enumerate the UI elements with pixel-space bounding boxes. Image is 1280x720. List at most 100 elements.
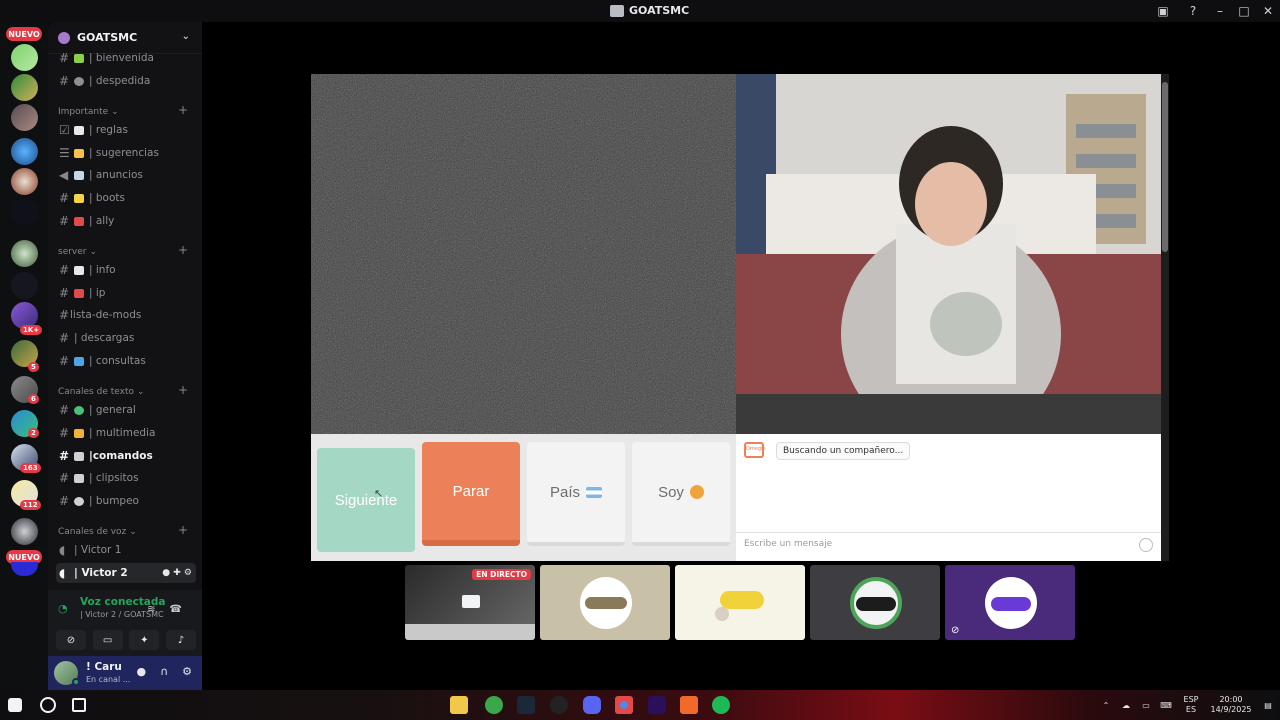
channel-item[interactable]: # | consultas	[56, 351, 196, 371]
notification-icon[interactable]: ▤	[1256, 701, 1280, 710]
screen: GOATSMC ▣ ? – □ ✕ NUEVO 1K+ 5 6 2 163 11…	[0, 0, 1280, 720]
channel-item[interactable]: # | clipsitos	[56, 468, 196, 488]
voice-channel-item[interactable]: ◖ | Victor 1	[56, 540, 196, 560]
spotify-icon[interactable]	[712, 696, 730, 714]
server-icon[interactable]	[11, 44, 38, 71]
camera-off-button[interactable]: ⊘	[56, 630, 86, 650]
minimize-button[interactable]: –	[1208, 0, 1232, 22]
stop-button[interactable]: Parar	[422, 442, 520, 546]
channel-item[interactable]: # | despedida	[56, 71, 196, 91]
voice-channel-actions-icon[interactable]: ● ✚ ⚙	[162, 568, 192, 578]
share-screen-button[interactable]: ▭	[92, 630, 123, 650]
server-icon[interactable]	[11, 240, 38, 267]
channel-name: | ip	[89, 287, 106, 299]
channel-item[interactable]: # | ally	[56, 211, 196, 231]
server-icon[interactable]	[11, 562, 38, 576]
channel-item[interactable]: # | general	[56, 400, 196, 420]
hash-icon: #	[59, 403, 70, 417]
category-voz[interactable]: Canales de voz ⌄ +	[58, 523, 194, 539]
scroll-thumb[interactable]	[1162, 82, 1168, 252]
channel-item[interactable]: # | descargas	[56, 328, 196, 348]
username[interactable]: ! Caru	[86, 661, 122, 673]
participant-tile[interactable]	[540, 565, 670, 640]
emoji-icon[interactable]	[1139, 538, 1153, 552]
channel-name: | Victor 1	[74, 544, 122, 556]
online-status-icon	[72, 678, 80, 686]
channel-item[interactable]: # | bumpeo	[56, 491, 196, 511]
participant-tile[interactable]: ⊘	[945, 565, 1075, 640]
steam-icon[interactable]	[517, 696, 535, 714]
task-view-icon[interactable]	[72, 698, 86, 712]
channel-item[interactable]: # | bienvenida	[56, 48, 196, 68]
channel-item[interactable]: # | multimedia	[56, 423, 196, 443]
server-icon[interactable]	[11, 198, 38, 225]
add-channel-icon[interactable]: +	[178, 523, 188, 537]
participant-tile[interactable]	[675, 565, 805, 640]
soundboard-button[interactable]: ♪	[165, 630, 196, 650]
category-texto[interactable]: Canales de texto ⌄ +	[58, 383, 194, 399]
xbox-icon[interactable]	[485, 696, 503, 714]
channel-name: |comandos	[89, 450, 153, 462]
noise-suppression-icon[interactable]: ≋	[147, 604, 155, 615]
help-icon[interactable]: ?	[1178, 0, 1208, 22]
server-icon[interactable]	[11, 74, 38, 101]
add-channel-icon[interactable]: +	[178, 103, 188, 117]
server-icon[interactable]	[11, 168, 38, 195]
channel-emoji-icon	[74, 356, 84, 366]
cloud-icon[interactable]: ☁	[1116, 701, 1136, 710]
language-indicator[interactable]: ESP ES	[1176, 695, 1206, 715]
server-icon[interactable]	[11, 138, 38, 165]
message-input[interactable]: Escribe un mensaje	[736, 532, 1161, 556]
channel-item[interactable]: ◀ | anuncios	[56, 165, 196, 185]
channel-item[interactable]: # | ip	[56, 283, 196, 303]
stream-tile[interactable]: EN DIRECTO	[405, 565, 535, 640]
gender-button[interactable]: Soy	[632, 442, 730, 546]
activities-button[interactable]: ✦	[129, 630, 160, 650]
channel-item[interactable]: # lista-de-mods	[56, 305, 196, 325]
scrollbar[interactable]	[1161, 74, 1169, 561]
screen-share-icon	[462, 595, 480, 608]
clock[interactable]: 20:00 14/9/2025	[1206, 695, 1256, 715]
category-server[interactable]: server ⌄ +	[58, 243, 194, 259]
server-icon[interactable]	[11, 518, 38, 545]
notification-badge: 1K+	[20, 325, 43, 335]
channel-item[interactable]: ☑ | reglas	[56, 120, 196, 140]
headphones-icon[interactable]: ∩	[160, 665, 168, 678]
fl-studio-icon[interactable]	[680, 696, 698, 714]
search-icon[interactable]	[40, 697, 56, 713]
channel-emoji-icon	[74, 53, 84, 63]
chrome-icon[interactable]	[615, 696, 633, 714]
category-importante[interactable]: Importante ⌄ +	[58, 103, 194, 119]
inbox-icon[interactable]: ▣	[1148, 0, 1178, 22]
keyboard-icon[interactable]: ⌨	[1156, 701, 1176, 710]
discord-icon[interactable]	[583, 696, 601, 714]
tray-chevron-icon[interactable]: ⌃	[1096, 701, 1116, 710]
windows-start-icon[interactable]	[8, 698, 22, 712]
signal-icon: ◔	[58, 602, 68, 615]
server-icon[interactable]	[11, 272, 38, 299]
voice-buttons: ⊘ ▭ ✦ ♪	[56, 630, 196, 650]
channel-item[interactable]: ☰ | sugerencias	[56, 143, 196, 163]
channel-item-active[interactable]: # |comandos	[56, 446, 196, 466]
premiere-icon[interactable]	[648, 696, 666, 714]
close-button[interactable]: ✕	[1256, 0, 1280, 22]
channel-item[interactable]: # | info	[56, 260, 196, 280]
network-icon[interactable]: ▭	[1136, 701, 1156, 710]
add-channel-icon[interactable]: +	[178, 243, 188, 257]
voice-channel-item-active[interactable]: ◖ | Victor 2 ● ✚ ⚙	[56, 563, 196, 583]
maximize-button[interactable]: □	[1232, 0, 1256, 22]
country-button[interactable]: País	[527, 442, 625, 546]
microphone-icon[interactable]: ●	[136, 665, 146, 678]
server-icon[interactable]	[11, 104, 38, 131]
disconnect-icon[interactable]: ☎	[170, 604, 182, 615]
channel-name: | descargas	[74, 332, 135, 344]
settings-gear-icon[interactable]: ⚙	[182, 665, 192, 678]
obs-icon[interactable]	[550, 696, 568, 714]
next-button[interactable]: Siguiente ↖	[317, 448, 415, 552]
file-explorer-icon[interactable]	[450, 696, 468, 714]
channel-item[interactable]: # | boots	[56, 188, 196, 208]
channel-name: | Victor 2	[74, 567, 128, 579]
channel-name: | bienvenida	[89, 52, 154, 64]
add-channel-icon[interactable]: +	[178, 383, 188, 397]
participant-tile[interactable]	[810, 565, 940, 640]
